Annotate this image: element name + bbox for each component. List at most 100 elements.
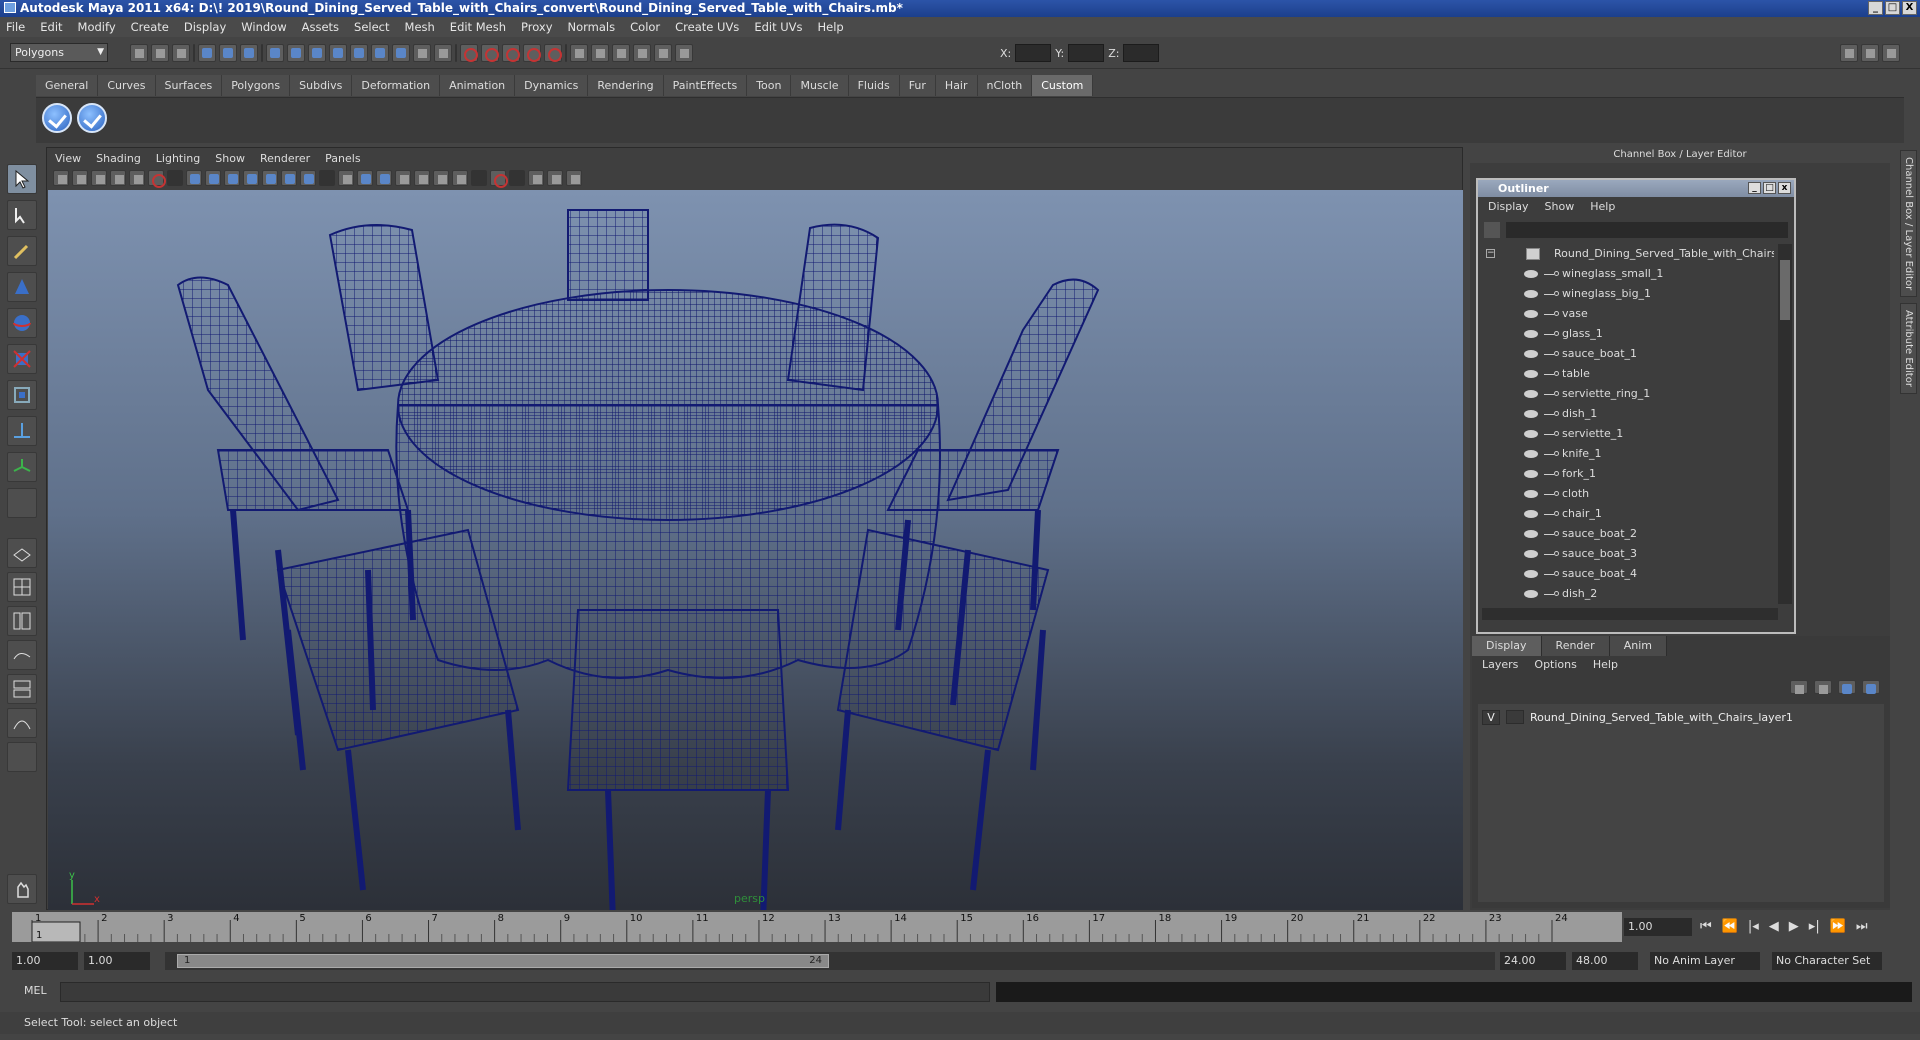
- layer-tab-render[interactable]: Render: [1541, 636, 1610, 656]
- use-default-lighting-icon[interactable]: [414, 170, 430, 186]
- outliner-item[interactable]: dish_1: [1478, 404, 1774, 424]
- menu-create-uvs[interactable]: Create UVs: [675, 20, 739, 34]
- shelf-tab-fluids[interactable]: Fluids: [848, 75, 900, 96]
- gate-mask-icon[interactable]: [243, 170, 259, 186]
- shelf-tab-rendering[interactable]: Rendering: [588, 75, 664, 96]
- outliner-item[interactable]: glass_1: [1478, 324, 1774, 344]
- open-scene-icon[interactable]: [151, 44, 169, 62]
- viewport-3d-canvas[interactable]: y x persp: [48, 190, 1463, 910]
- minimize-button[interactable]: _: [1868, 1, 1883, 15]
- select-camera-icon[interactable]: [53, 170, 69, 186]
- step-back-key-icon[interactable]: |◂: [1748, 920, 1759, 934]
- menu-create[interactable]: Create: [131, 20, 169, 34]
- isolate-select-icon[interactable]: [490, 170, 508, 188]
- history-icon[interactable]: [434, 44, 452, 62]
- camera-icon[interactable]: [612, 44, 630, 62]
- current-frame-field[interactable]: 1.00: [1624, 918, 1692, 936]
- soft-modification-tool[interactable]: [7, 416, 37, 446]
- persp-outliner-layout[interactable]: [7, 606, 37, 636]
- menu-mesh[interactable]: Mesh: [405, 20, 435, 34]
- outliner-item[interactable]: vase: [1478, 304, 1774, 324]
- rotate-tool[interactable]: [7, 308, 37, 338]
- outliner-vertical-scrollbar[interactable]: [1778, 244, 1792, 604]
- new-scene-icon[interactable]: [130, 44, 148, 62]
- mel-input[interactable]: [60, 982, 990, 1002]
- outliner-root-item[interactable]: − Round_Dining_Served_Table_with_Chairs: [1478, 244, 1774, 264]
- hypershade-layout[interactable]: [7, 674, 37, 704]
- more-layouts[interactable]: [7, 742, 37, 772]
- wireframe-on-shaded-icon[interactable]: [376, 170, 392, 186]
- custom-shelf-button-1[interactable]: [42, 103, 72, 133]
- side-tab-1[interactable]: Attribute Editor: [1900, 303, 1917, 395]
- smooth-shade-icon[interactable]: [357, 170, 373, 186]
- playback-start-field[interactable]: 1.00: [84, 952, 150, 970]
- construction-icon[interactable]: [591, 44, 609, 62]
- field-chart-icon[interactable]: [262, 170, 278, 186]
- snap-surface-icon[interactable]: [350, 44, 368, 62]
- grid-icon[interactable]: [186, 170, 202, 186]
- menu-help[interactable]: Help: [818, 20, 844, 34]
- shelf-tab-toon[interactable]: Toon: [747, 75, 792, 96]
- shelf-tab-animation[interactable]: Animation: [440, 75, 516, 96]
- film-gate-icon[interactable]: [205, 170, 221, 186]
- resolution-gate-icon[interactable]: [224, 170, 240, 186]
- menu-assets[interactable]: Assets: [302, 20, 339, 34]
- universal-manipulator-tool[interactable]: [7, 380, 37, 410]
- outliner-menu-help[interactable]: Help: [1590, 200, 1615, 213]
- layer-up-icon[interactable]: [1838, 680, 1856, 694]
- outliner-minimize-button[interactable]: _: [1748, 182, 1761, 194]
- outliner-item[interactable]: serviette_1: [1478, 424, 1774, 444]
- snap-plane-icon[interactable]: [329, 44, 347, 62]
- outliner-item[interactable]: cloth: [1478, 484, 1774, 504]
- layer-menu-options[interactable]: Options: [1534, 658, 1576, 671]
- ipr-render-icon[interactable]: [481, 44, 499, 62]
- y-field[interactable]: [1068, 44, 1105, 62]
- layer-tab-display[interactable]: Display: [1472, 636, 1542, 656]
- snap-live-icon[interactable]: [371, 44, 389, 62]
- layer-row[interactable]: V Round_Dining_Served_Table_with_Chairs_…: [1482, 708, 1878, 726]
- layer-menu-help[interactable]: Help: [1593, 658, 1618, 671]
- outliner-item[interactable]: sauce_boat_2: [1478, 524, 1774, 544]
- animation-start-field[interactable]: 1.00: [12, 952, 78, 970]
- shelf-tab-curves[interactable]: Curves: [98, 75, 156, 96]
- shelf-tab-surfaces[interactable]: Surfaces: [155, 75, 223, 96]
- select-by-object-icon[interactable]: [219, 44, 237, 62]
- outliner-menu-show[interactable]: Show: [1545, 200, 1575, 213]
- use-all-lights-icon[interactable]: [433, 170, 449, 186]
- shelf-tab-muscle[interactable]: Muscle: [791, 75, 849, 96]
- outliner-horizontal-scrollbar[interactable]: [1482, 608, 1778, 620]
- outliner-item[interactable]: dish_2: [1478, 584, 1774, 604]
- xray-joints-icon[interactable]: [547, 170, 563, 186]
- maximize-button[interactable]: □: [1885, 1, 1900, 15]
- display-icon[interactable]: [633, 44, 651, 62]
- x-field[interactable]: [1015, 44, 1052, 62]
- xray-components-icon[interactable]: [566, 170, 582, 186]
- custom-shelf-button-2[interactable]: [77, 103, 107, 133]
- menu-edit-mesh[interactable]: Edit Mesh: [450, 20, 506, 34]
- anim-layer-dropdown[interactable]: No Anim Layer: [1650, 952, 1760, 970]
- layer-down-icon[interactable]: [1862, 680, 1880, 694]
- lasso-tool[interactable]: [7, 200, 37, 230]
- step-back-frame-icon[interactable]: ⏪: [1722, 920, 1738, 934]
- menu-modify[interactable]: Modify: [78, 20, 116, 34]
- shelf-tab-painteffects[interactable]: PaintEffects: [663, 75, 748, 96]
- render-view-icon[interactable]: [544, 44, 562, 62]
- sculpt-icon[interactable]: [654, 44, 672, 62]
- persp-graph-layout[interactable]: [7, 640, 37, 670]
- four-view-layout[interactable]: [7, 572, 37, 602]
- shelf-tab-dynamics[interactable]: Dynamics: [515, 75, 589, 96]
- input-output-icon[interactable]: [570, 44, 588, 62]
- viewport-menu-renderer[interactable]: Renderer: [260, 152, 310, 165]
- step-forward-frame-icon[interactable]: ⏩: [1830, 920, 1846, 934]
- transform-icon[interactable]: [675, 44, 693, 62]
- outliner-item[interactable]: sauce_boat_3: [1478, 544, 1774, 564]
- menu-set-dropdown[interactable]: Polygons ▼: [10, 43, 108, 62]
- safe-action-icon[interactable]: [281, 170, 297, 186]
- render-frame-icon[interactable]: [460, 44, 478, 62]
- shelf-tab-subdivs[interactable]: Subdivs: [290, 75, 353, 96]
- animation-end-field[interactable]: 48.00: [1572, 952, 1638, 970]
- layer-type-toggle[interactable]: [1506, 710, 1524, 724]
- outliner-item[interactable]: fork_1: [1478, 464, 1774, 484]
- menu-edit-uvs[interactable]: Edit UVs: [754, 20, 802, 34]
- shelf-tab-fur[interactable]: Fur: [899, 75, 936, 96]
